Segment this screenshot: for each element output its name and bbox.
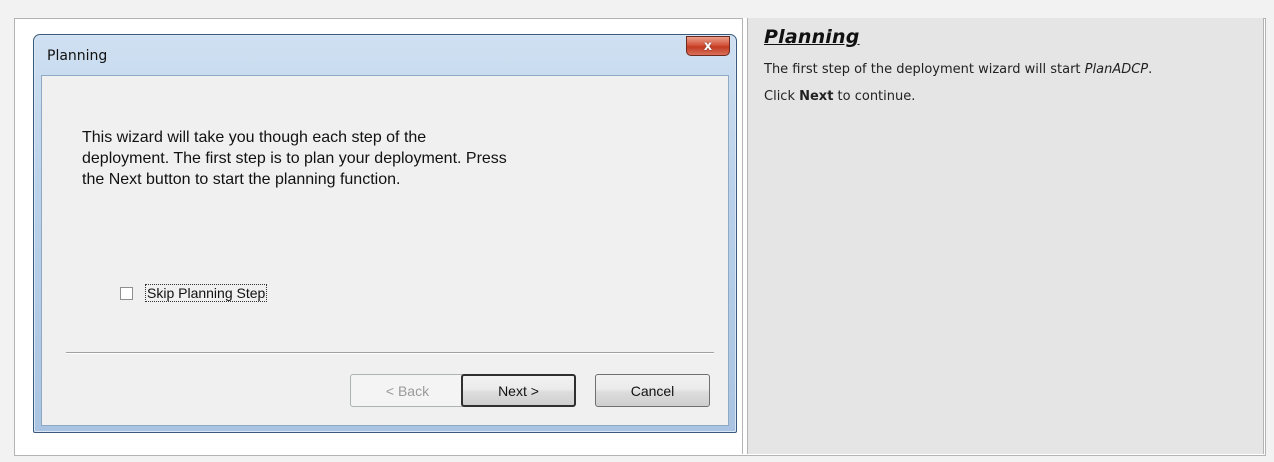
help-paragraph-2: Click Next to continue. (764, 85, 1257, 108)
help-text: Click (764, 89, 800, 104)
close-icon: x (703, 38, 713, 54)
dialog-title: Planning (47, 48, 108, 64)
help-panel: Planning The first step of the deploymen… (748, 18, 1264, 454)
wizard-message: This wizard will take you though each st… (82, 129, 507, 188)
planning-dialog: Planning x This wizard will take you tho… (33, 34, 737, 433)
skip-planning-row[interactable]: Skip Planning Step (120, 284, 268, 302)
help-title: Planning (764, 26, 860, 48)
help-text: to continue. (833, 89, 916, 104)
close-button[interactable]: x (686, 36, 730, 56)
planadcp-text: PlanADCP (1084, 62, 1149, 77)
help-paragraph-1: The first step of the deployment wizard … (764, 58, 1257, 81)
next-button[interactable]: Next > (461, 374, 576, 407)
dialog-client-area: This wizard will take you though each st… (41, 75, 729, 426)
help-text: The first step of the deployment wizard … (764, 62, 1085, 77)
next-bold-text: Next (799, 89, 834, 104)
skip-planning-label[interactable]: Skip Planning Step (145, 284, 268, 302)
button-separator (66, 352, 714, 354)
skip-planning-checkbox[interactable] (120, 286, 133, 300)
back-button[interactable]: < Back (350, 374, 465, 407)
cancel-button[interactable]: Cancel (595, 374, 710, 407)
help-text: . (1148, 62, 1153, 77)
